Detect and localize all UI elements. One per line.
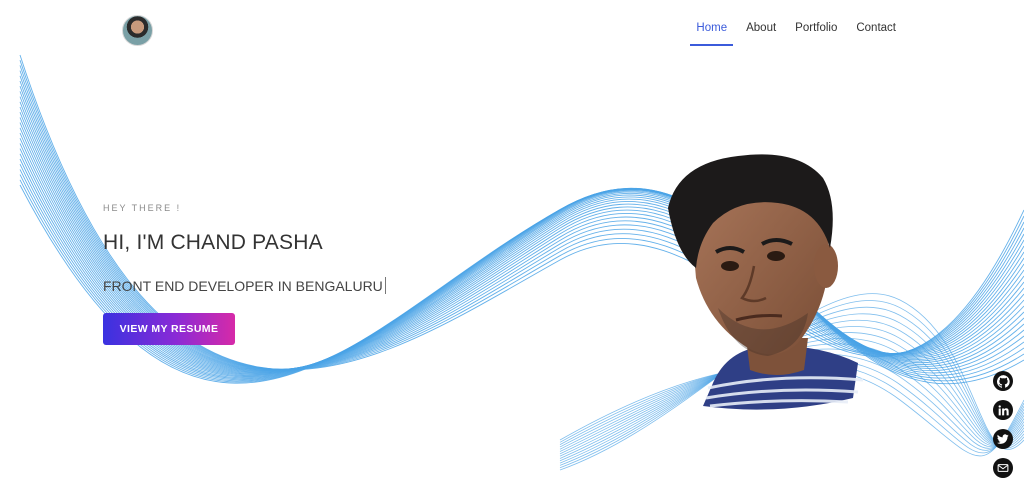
nav-item-home[interactable]: Home [690, 22, 733, 46]
top-navigation: Home About Portfolio Contact [0, 0, 1024, 60]
github-icon[interactable] [993, 371, 1013, 391]
nav-item-contact[interactable]: Contact [856, 22, 896, 46]
twitter-icon[interactable] [993, 429, 1013, 449]
hero-role-text: FRONT END DEVELOPER IN BENGALURU [103, 277, 383, 294]
social-links [993, 371, 1013, 478]
hero-section: HEY THERE ! HI, I'M CHAND PASHA FRONT EN… [103, 203, 386, 345]
view-resume-button[interactable]: VIEW MY RESUME [103, 312, 235, 345]
nav-item-about[interactable]: About [746, 22, 776, 46]
main-nav: Home About Portfolio Contact [690, 22, 896, 46]
hero-subtitle: FRONT END DEVELOPER IN BENGALURU [103, 277, 386, 294]
hero-eyebrow: HEY THERE ! [103, 203, 182, 213]
mail-icon[interactable] [993, 458, 1013, 478]
developer-portrait [668, 154, 864, 410]
nav-item-portfolio[interactable]: Portfolio [795, 22, 837, 46]
profile-avatar[interactable] [122, 15, 153, 46]
hero-title: HI, I'M CHAND PASHA [103, 231, 323, 254]
typing-caret [384, 277, 386, 294]
linkedin-icon[interactable] [993, 400, 1013, 420]
